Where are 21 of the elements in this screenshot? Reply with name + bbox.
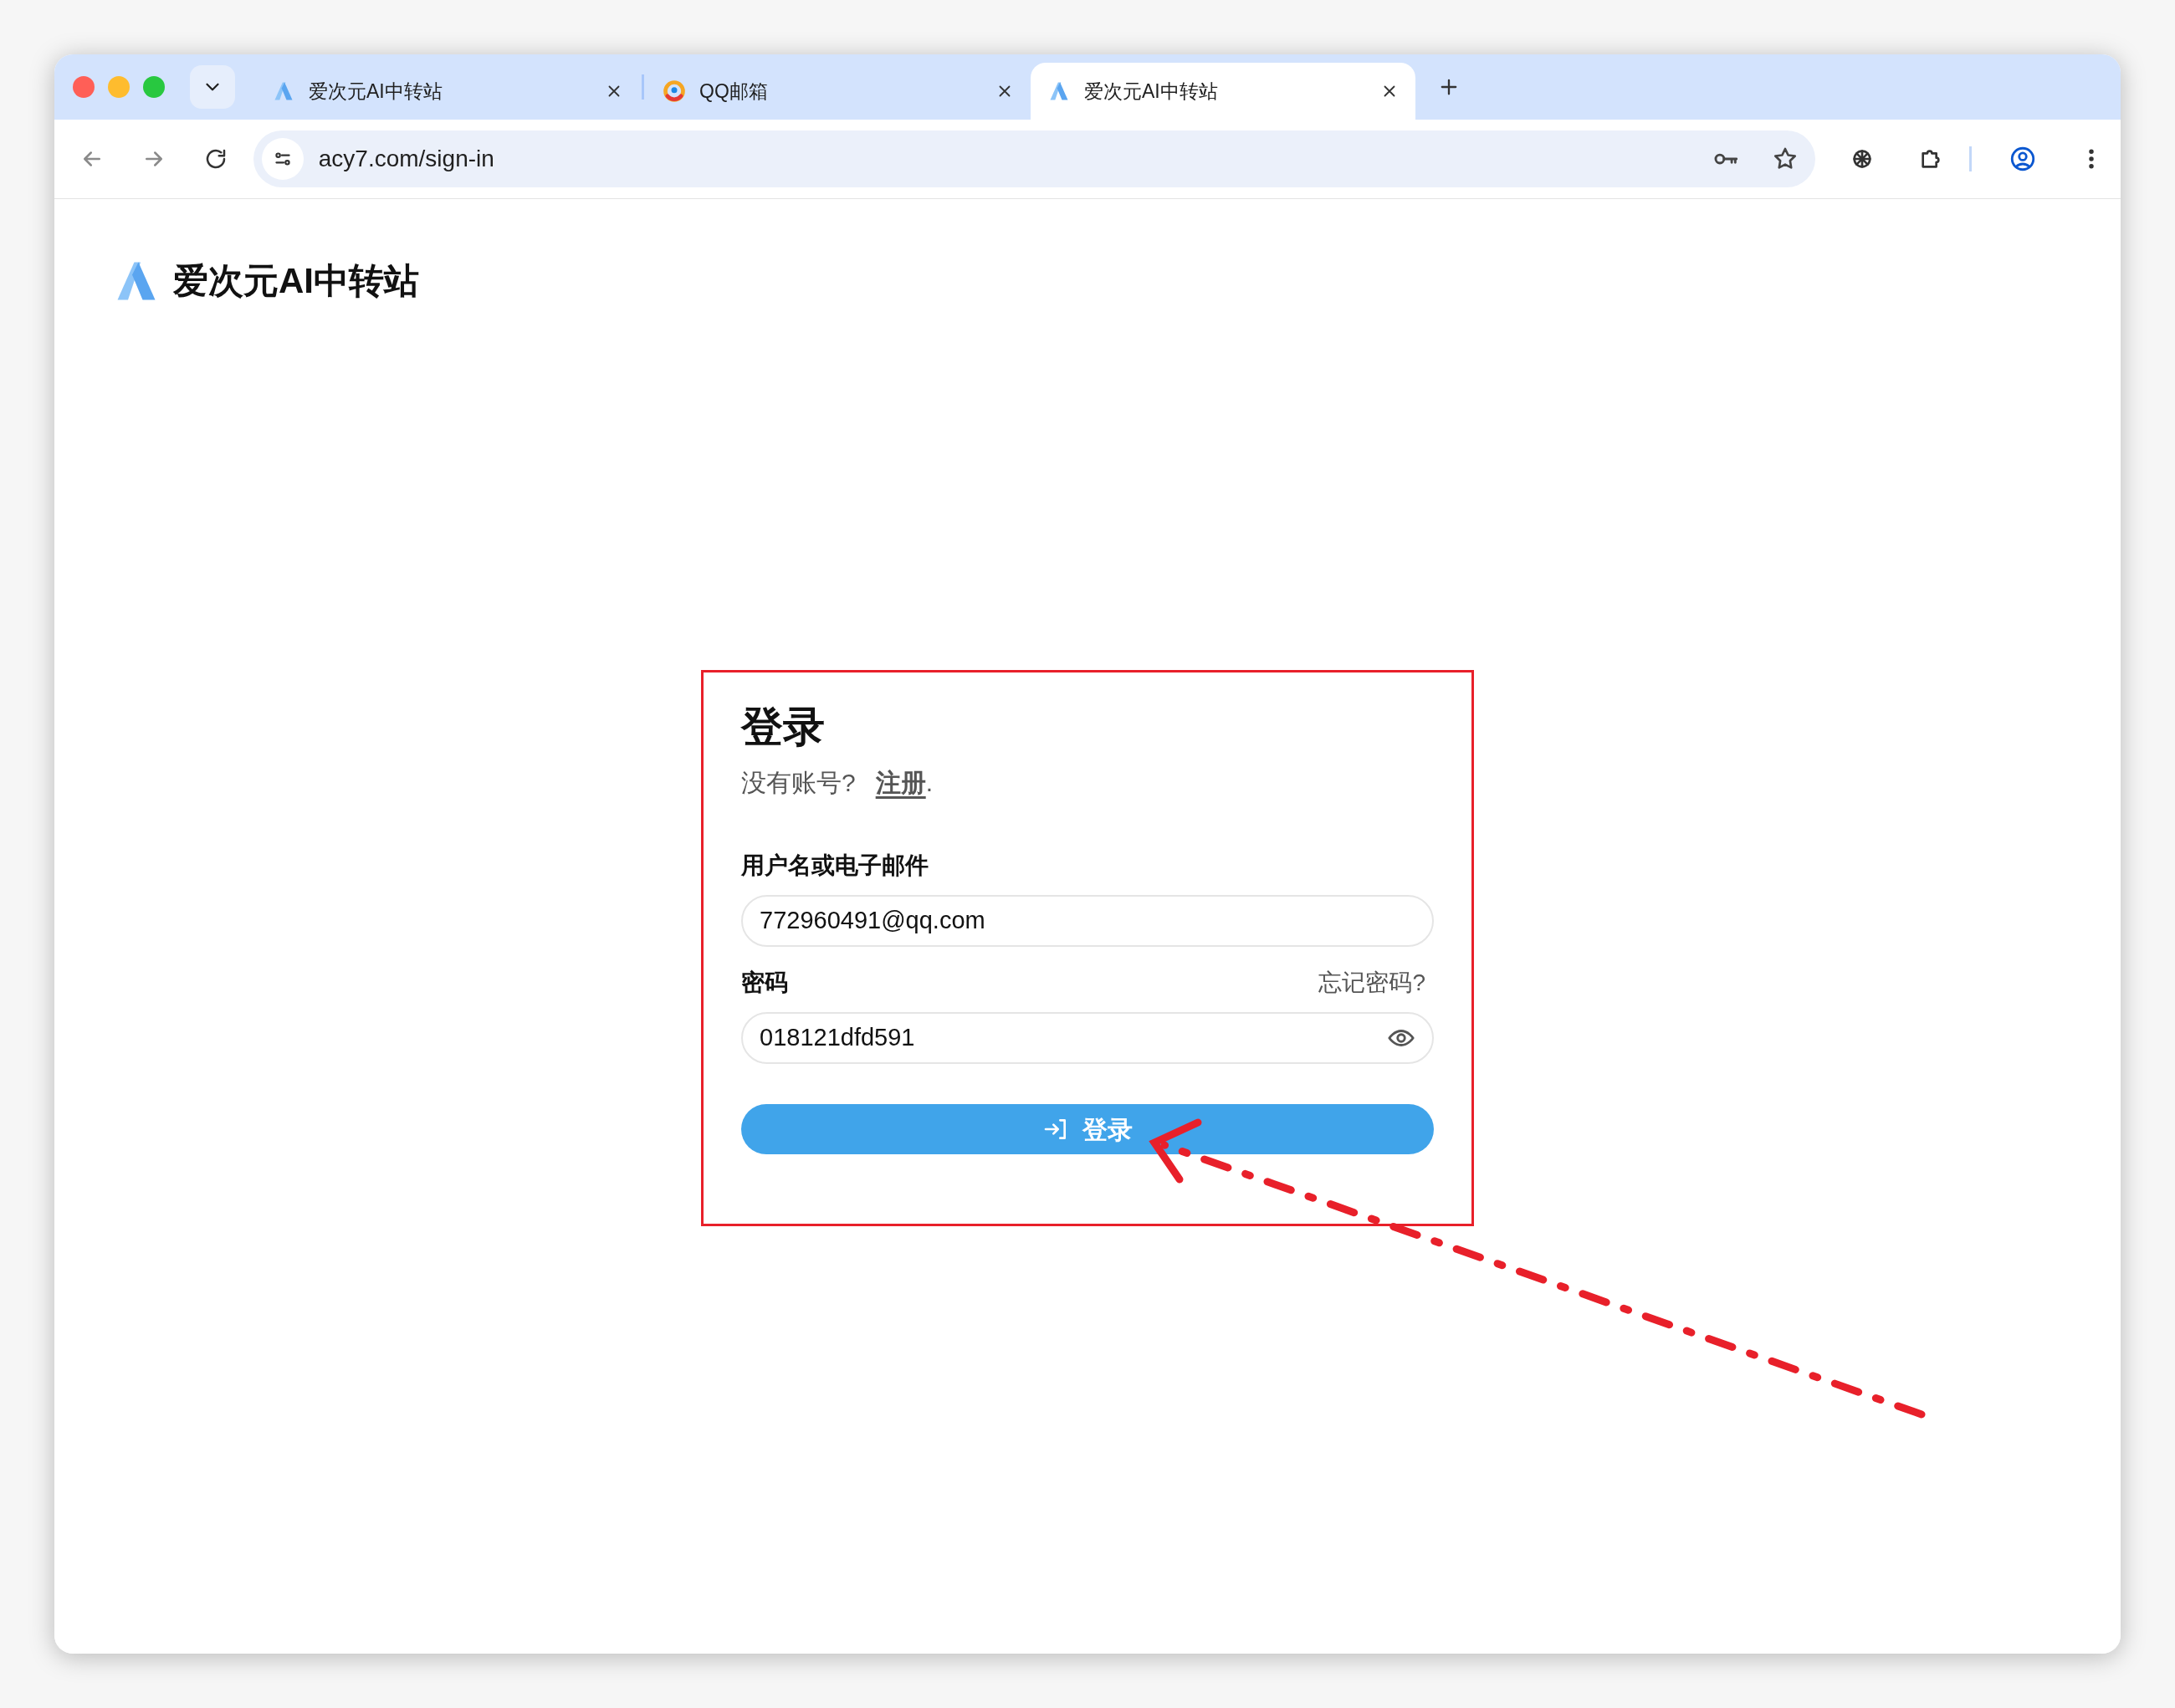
password-field[interactable]: 018121dfd591: [741, 1012, 1434, 1064]
tab-title: QQ邮箱: [699, 79, 769, 104]
register-link[interactable]: 注册: [875, 764, 926, 801]
period-text: .: [925, 768, 934, 798]
tab-title: 爱次元AI中转站: [1084, 79, 1219, 104]
site-settings-icon[interactable]: [261, 138, 304, 180]
field-label: 用户名或电子邮件: [741, 851, 929, 880]
url-text: acy7.com/sign-in: [318, 145, 495, 173]
tab-title: 爱次元AI中转站: [309, 79, 443, 104]
profile-icon[interactable]: [2009, 145, 2037, 173]
register-prompt: 没有账号?: [741, 768, 856, 798]
site-logo-text: 爱次元AI中转站: [173, 260, 419, 302]
username-field[interactable]: 772960491@qq.com: [741, 895, 1434, 947]
browser-tab[interactable]: QQ邮箱: [646, 63, 1031, 120]
address-bar[interactable]: acy7.com/sign-in: [253, 130, 1815, 187]
forgot-password-link[interactable]: 忘记密码?: [1318, 965, 1425, 1000]
browser-tab[interactable]: 爱次元AI中转站: [255, 63, 640, 120]
browser-tab[interactable]: 爱次元AI中转站: [1031, 63, 1415, 120]
field-label: 密码: [741, 969, 788, 997]
circle-logo-icon: [663, 79, 686, 103]
login-title: 登录: [741, 703, 826, 752]
